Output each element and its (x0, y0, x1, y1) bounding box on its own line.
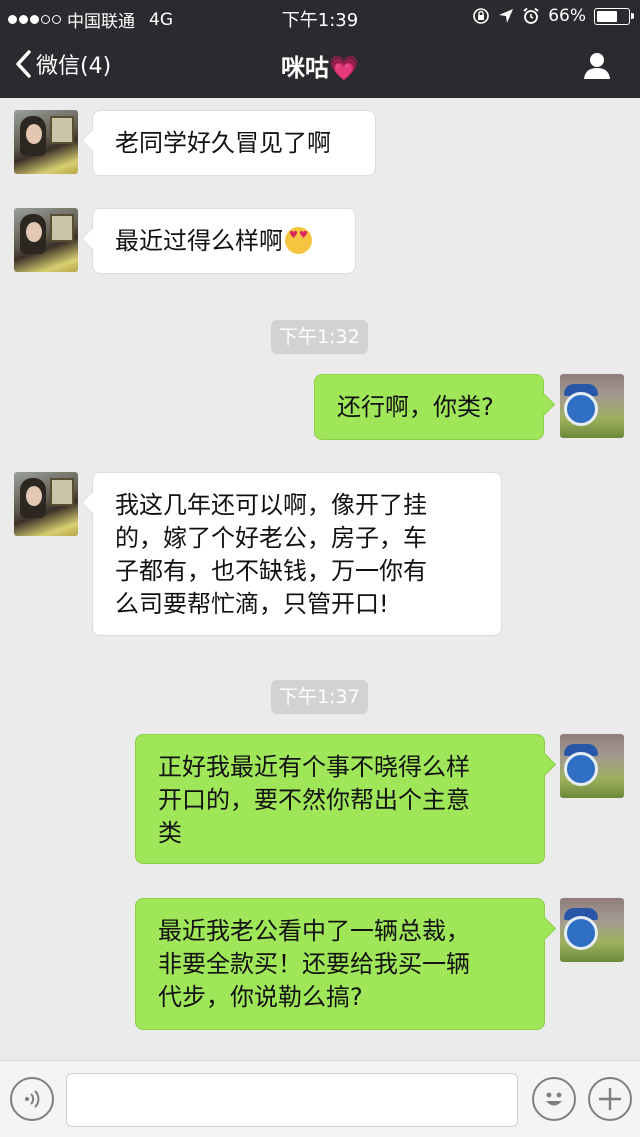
emoji-button[interactable] (532, 1077, 576, 1121)
status-bar: 中国联通 4G 下午1:39 66% (0, 0, 640, 34)
plus-icon (599, 1088, 621, 1110)
smiley-icon (546, 1092, 562, 1106)
battery-percent: 66% (548, 6, 586, 26)
my-avatar[interactable] (560, 374, 624, 438)
message-text: 老同学好久冒见了啊 (115, 129, 331, 157)
message-text: 最近过得么样啊 (115, 227, 283, 255)
message-text: 还行啊，你类? (337, 393, 494, 421)
message-bubble-me[interactable]: 还行啊，你类? (314, 374, 544, 440)
top-bar: 中国联通 4G 下午1:39 66% 微信(4) 咪咕💗 (0, 0, 640, 98)
message-line: 正好我最近有个事不晓得么样 (158, 753, 470, 781)
alarm-icon (523, 7, 539, 24)
input-bar (0, 1060, 640, 1137)
timestamp-badge: 下午1:37 (271, 680, 368, 714)
my-avatar[interactable] (560, 734, 624, 798)
message-line: 最近我老公看中了一辆总裁， (158, 917, 470, 945)
message-line: 代步，你说勒么搞? (158, 983, 363, 1011)
chat-title: 咪咕💗 (281, 54, 359, 82)
chat-area[interactable]: 老同学好久冒见了啊 最近过得么样啊 下午1:32 还行啊，你类? 我这几年还可以… (0, 98, 640, 1060)
message-bubble-peer[interactable]: 老同学好久冒见了啊 (92, 110, 376, 176)
peer-avatar[interactable] (14, 208, 78, 272)
rotation-lock-icon (473, 8, 490, 24)
message-bubble-me[interactable]: 最近我老公看中了一辆总裁， 非要全款买！还要给我买一辆 代步，你说勒么搞? (135, 898, 545, 1030)
peer-avatar[interactable] (14, 472, 78, 536)
message-bubble-me[interactable]: 正好我最近有个事不晓得么样 开口的，要不然你帮出个主意 类 (135, 734, 545, 864)
message-line: 的，嫁了个好老公，房子，车 (115, 524, 427, 552)
more-button[interactable] (588, 1077, 632, 1121)
message-bubble-peer[interactable]: 我这几年还可以啊，像开了挂 的，嫁了个好老公，房子，车 子都有，也不缺钱，万一你… (92, 472, 502, 636)
timestamp-badge: 下午1:32 (271, 320, 368, 354)
voice-icon (25, 1090, 40, 1108)
navigation-bar: 微信(4) 咪咕💗 (0, 34, 640, 98)
voice-button[interactable] (10, 1077, 54, 1121)
message-line: 么司要帮忙滴，只管开口! (115, 590, 389, 618)
battery-icon (594, 7, 634, 25)
peer-avatar[interactable] (14, 110, 78, 174)
heart-eyes-emoji-icon (285, 227, 312, 254)
message-input[interactable] (66, 1073, 518, 1127)
location-arrow-icon (499, 9, 514, 23)
message-line: 类 (158, 819, 182, 847)
message-bubble-peer[interactable]: 最近过得么样啊 (92, 208, 356, 274)
message-line: 开口的，要不然你帮出个主意 (158, 786, 470, 814)
my-avatar[interactable] (560, 898, 624, 962)
message-line: 非要全款买！还要给我买一辆 (158, 950, 470, 978)
person-icon (584, 53, 610, 79)
message-line: 我这几年还可以啊，像开了挂 (115, 491, 427, 519)
profile-button[interactable] (582, 50, 612, 84)
message-line: 子都有，也不缺钱，万一你有 (115, 557, 427, 585)
